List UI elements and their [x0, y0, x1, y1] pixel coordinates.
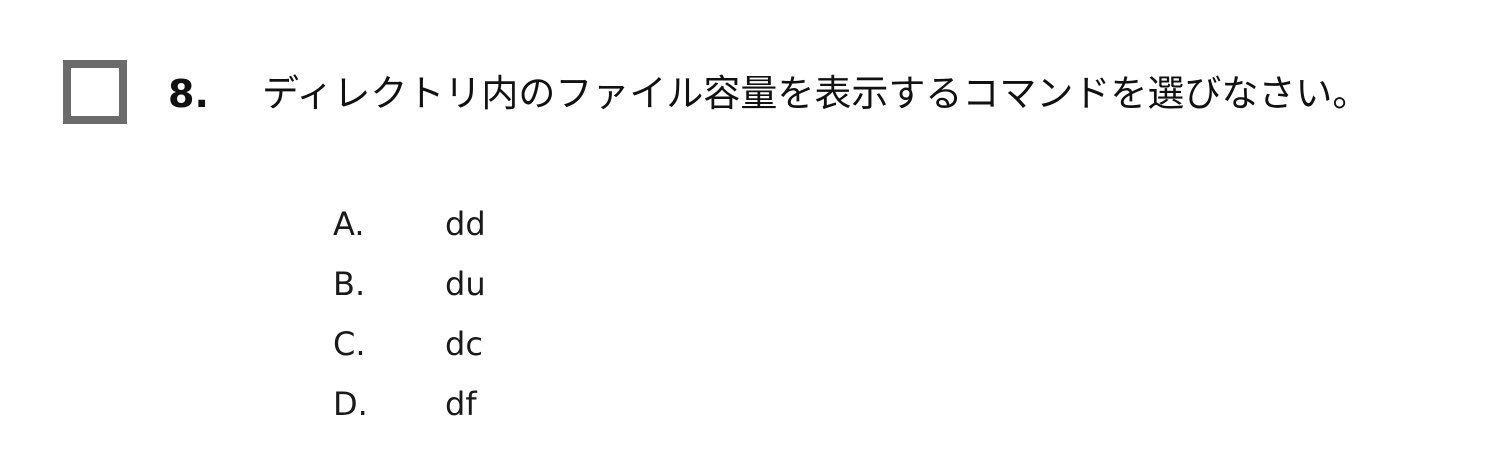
- question-checkbox[interactable]: [63, 60, 127, 124]
- option-text: dd: [445, 205, 486, 243]
- option-letter: A.: [333, 205, 365, 243]
- option-c[interactable]: C. dc: [333, 314, 486, 374]
- option-letter: B.: [333, 265, 366, 303]
- option-b[interactable]: B. du: [333, 254, 486, 314]
- option-text: dc: [445, 325, 483, 363]
- option-a[interactable]: A. dd: [333, 194, 486, 254]
- question-text: ディレクトリ内のファイル容量を表示するコマンドを選びなさい。: [262, 72, 1370, 115]
- option-text: du: [445, 265, 486, 303]
- option-letter: D.: [333, 385, 368, 423]
- option-text: df: [445, 385, 477, 423]
- option-d[interactable]: D. df: [333, 374, 486, 434]
- question-number: 8.: [168, 72, 209, 116]
- answer-options: A. dd B. du C. dc D. df: [333, 194, 486, 434]
- option-letter: C.: [333, 325, 366, 363]
